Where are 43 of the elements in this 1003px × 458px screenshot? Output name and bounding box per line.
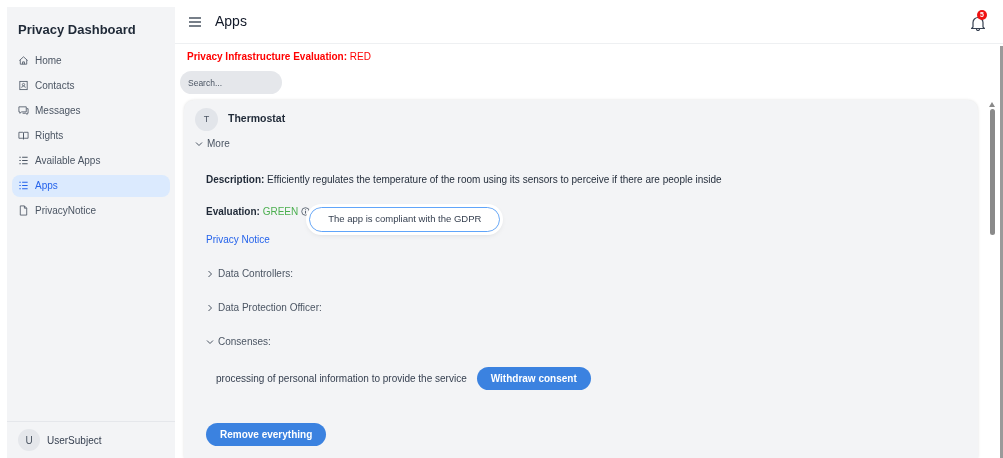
section-toggle[interactable]: Data Protection Officer: bbox=[206, 300, 322, 315]
evaluation-label: Privacy Infrastructure Evaluation: RED bbox=[187, 50, 371, 64]
description-text: Description: Efficiently regulates the temperature of the room using its sensors to perceive if there are people inside bbox=[206, 173, 723, 187]
chevron-icon bbox=[206, 337, 214, 346]
menu-icon[interactable] bbox=[189, 16, 201, 27]
user-name: UserSubject bbox=[47, 433, 102, 448]
nav-item[interactable]: Contacts bbox=[12, 74, 170, 97]
scrollbar-thumb[interactable] bbox=[989, 109, 995, 235]
withdraw-consent-button[interactable]: Withdraw consent bbox=[476, 367, 591, 390]
info-icon[interactable] bbox=[301, 207, 311, 216]
chevron-icon bbox=[195, 139, 203, 148]
more-toggle[interactable]: More bbox=[195, 136, 230, 151]
user-avatar[interactable]: U bbox=[18, 429, 40, 451]
page-title: Apps bbox=[215, 12, 247, 31]
contact-book-icon bbox=[18, 80, 29, 91]
nav-item[interactable]: Home bbox=[12, 49, 170, 72]
chevron-icon bbox=[206, 303, 214, 312]
nav-item[interactable]: PrivacyNotice bbox=[12, 199, 170, 222]
remove-everything-button[interactable]: Remove everything bbox=[206, 423, 327, 446]
app-avatar: T bbox=[195, 108, 218, 131]
book-icon bbox=[18, 130, 29, 141]
bell-icon bbox=[971, 15, 985, 31]
evaluation-text: Evaluation: GREEN bbox=[206, 205, 299, 219]
nav-item[interactable]: Apps bbox=[12, 174, 170, 197]
chevron-icon bbox=[206, 269, 214, 278]
privacy-notice-link[interactable]: Privacy Notice bbox=[206, 232, 270, 247]
chat-icon bbox=[18, 105, 29, 116]
search-field[interactable]: Search... bbox=[180, 71, 282, 94]
consent-text: processing of personal information to provide the service bbox=[216, 372, 467, 386]
list-icon bbox=[18, 155, 29, 166]
document-icon bbox=[18, 205, 29, 216]
sidebar-title: Privacy Dashboard bbox=[17, 21, 137, 39]
app-name: Thermostat bbox=[228, 111, 286, 126]
section-toggle[interactable]: Consenses: bbox=[206, 334, 271, 349]
list-icon bbox=[18, 180, 29, 191]
nav-item[interactable]: Rights bbox=[12, 124, 170, 147]
tooltip: The app is compliant with the GDPR bbox=[309, 207, 501, 232]
scroll-up-icon[interactable] bbox=[989, 102, 995, 107]
page-scrollbar[interactable] bbox=[1000, 46, 1003, 458]
nav-item[interactable]: Available Apps bbox=[12, 149, 170, 172]
home-icon bbox=[18, 55, 29, 66]
nav-item[interactable]: Messages bbox=[12, 99, 170, 122]
section-toggle[interactable]: Data Controllers: bbox=[206, 266, 294, 281]
